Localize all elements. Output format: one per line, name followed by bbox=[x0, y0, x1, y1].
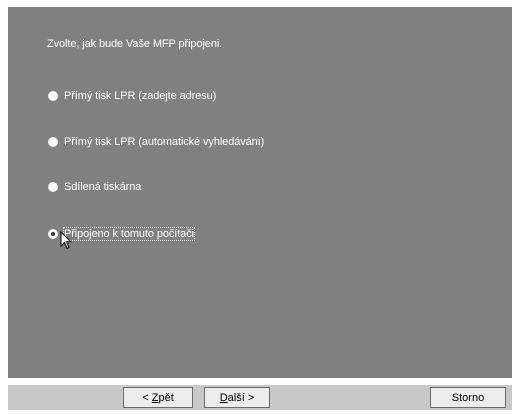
radio-button[interactable] bbox=[48, 182, 58, 192]
connection-prompt: Zvolte, jak bude Vaše MFP připojeni. bbox=[47, 38, 223, 50]
option-label: Přímý tisk LPR (zadejte adresu) bbox=[64, 90, 217, 102]
back-button-rest: pět bbox=[158, 391, 174, 404]
option-label: Sdílená tiskárna bbox=[64, 181, 142, 193]
option-label: Přímý tisk LPR (automatické vyhledávání) bbox=[64, 136, 265, 148]
back-button-prefix: < bbox=[142, 391, 152, 404]
cancel-button-label: Storno bbox=[451, 391, 485, 404]
next-button-accel: D bbox=[219, 391, 228, 404]
option-label: Připojeno k tomuto počítači bbox=[63, 227, 195, 241]
next-button[interactable]: Další > bbox=[204, 387, 270, 408]
radio-button-selected[interactable] bbox=[48, 229, 58, 239]
arrow-pointer-icon bbox=[60, 231, 72, 250]
radio-button[interactable] bbox=[48, 137, 58, 147]
next-button-rest: alší > bbox=[227, 391, 255, 404]
option-lpr-auto[interactable]: Přímý tisk LPR (automatické vyhledávání) bbox=[48, 136, 264, 148]
cancel-button[interactable]: Storno bbox=[430, 387, 506, 408]
option-lpr-address[interactable]: Přímý tisk LPR (zadejte adresu) bbox=[48, 90, 216, 102]
back-button[interactable]: < Zpět bbox=[123, 387, 193, 408]
radio-button[interactable] bbox=[48, 91, 58, 101]
back-button-accel: Z bbox=[151, 391, 159, 404]
option-shared-printer[interactable]: Sdílená tiskárna bbox=[48, 181, 141, 193]
